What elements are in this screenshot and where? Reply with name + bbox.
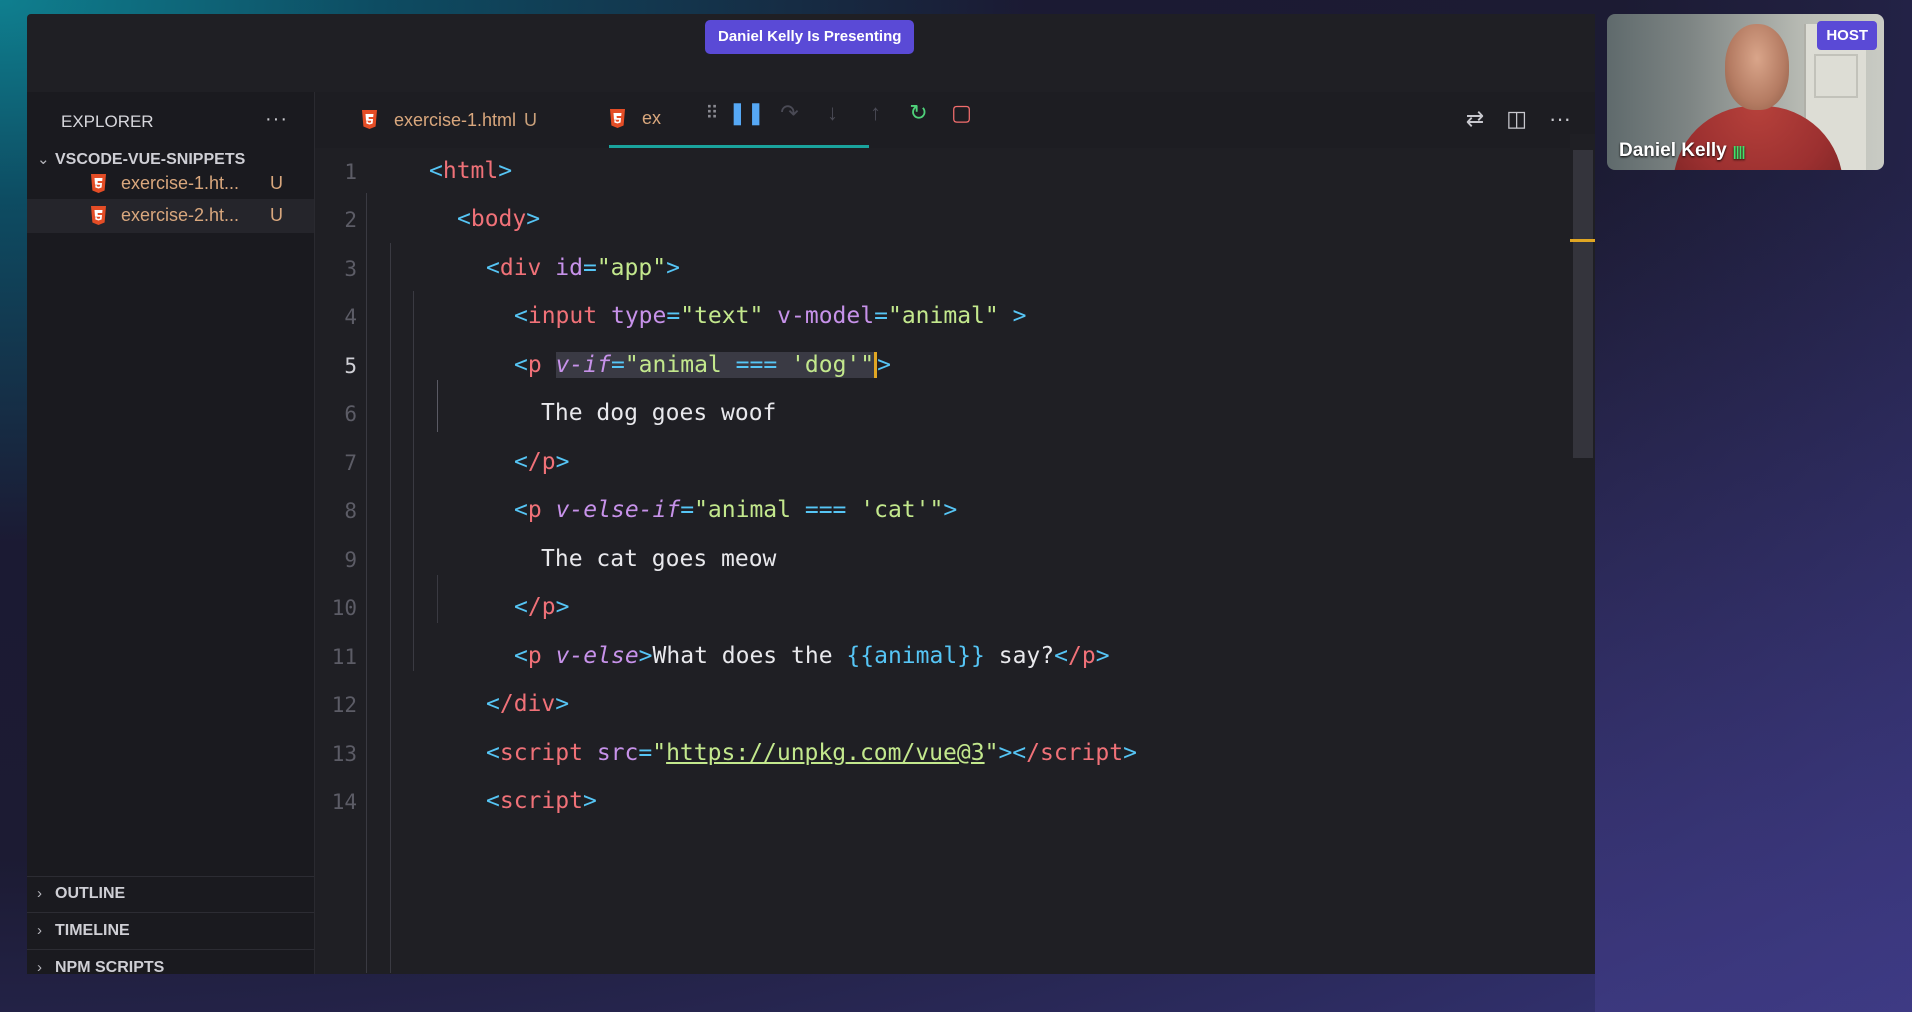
code-text: <p v-else>What does the {{animal}} say?<… [514,643,1110,669]
code-text: <div id="app"> [486,255,680,281]
video-person-head [1725,24,1789,110]
tab-label: exercise-1.html [394,109,517,130]
html5-icon [362,110,377,129]
chevron-right-icon: › [37,922,42,939]
step-out-icon[interactable]: ↑ [854,100,897,126]
line-number: 3 [344,257,357,281]
line-number: 14 [331,790,357,814]
tab-label: ex [642,108,662,128]
compare-changes-icon[interactable]: ⇄ [1466,106,1484,132]
participant-name: Daniel Kelly |||| [1619,140,1746,162]
tab-exercise-1[interactable]: exercise-1.html U [361,92,537,148]
line-number: 9 [344,548,357,572]
section-label: TIMELINE [55,922,130,939]
participant-video[interactable]: Daniel Kelly |||| HOST [1607,14,1884,170]
code-text: <input type="text" v-model="animal" > [514,303,1027,329]
line-number: 1 [344,160,357,184]
explorer-sidebar: EXPLORER ··· ⌄ VSCODE-VUE-SNIPPETS exerci… [27,92,315,974]
code-text: The dog goes woof [541,400,777,426]
code-text: </div> [486,691,570,717]
code-text: </p> [514,594,570,620]
line-number: 2 [344,208,357,232]
code-line: 14 <script> [315,778,1570,826]
shared-screen: EXPLORER ··· ⌄ VSCODE-VUE-SNIPPETS exerci… [27,14,1595,974]
scrollbar-marker [1570,239,1595,242]
code-line: 7 </p> [315,439,1570,487]
section-label: NPM SCRIPTS [55,959,165,974]
restart-icon[interactable]: ↻ [897,100,940,126]
html5-icon [91,174,106,193]
code-text: <body> [457,206,541,232]
code-text: </p> [514,449,570,475]
line-number: 4 [344,305,357,329]
code-line-current: 5 <p v-if="animal === 'dog'" > [315,342,1570,390]
tab-status: U [524,109,538,130]
host-badge: HOST [1817,21,1877,50]
code-line: 4 <input type="text" v-model="animal" > [315,293,1570,341]
step-over-icon[interactable]: ↷ [768,100,811,126]
step-into-icon[interactable]: ↓ [811,100,854,126]
split-editor-icon[interactable]: ◫ [1506,106,1527,132]
line-number: 13 [331,742,357,766]
line-number: 11 [331,645,357,669]
stop-icon[interactable]: ▢ [940,100,983,126]
debug-toolbar: ⠿ ❚❚ ↷ ↓ ↑ ↻ ▢ [699,92,1084,134]
line-number: 8 [344,499,357,523]
code-text: <script> [486,788,597,814]
divider [27,949,314,950]
line-number: 6 [344,402,357,426]
line-number: 10 [331,596,357,620]
code-text: The cat goes meow [541,546,777,572]
line-number: 7 [344,451,357,475]
code-line: 2 <body> [315,196,1570,244]
code-line: 1 <html> [315,148,1570,196]
code-line: 10 </p> [315,584,1570,632]
file-status: U [270,173,283,193]
html5-icon [610,108,625,128]
section-label: OUTLINE [55,885,126,902]
code-text: <p v-else-if="animal === 'cat'"> [514,497,958,523]
section-timeline[interactable]: › TIMELINE [37,914,297,948]
line-number: 5 [344,354,357,378]
chevron-down-icon: ⌄ [37,151,50,168]
folder-label: VSCODE-VUE-SNIPPETS [55,151,246,168]
file-name: exercise-1.ht... [121,173,240,193]
editor-actions: ⇄ ◫ ··· [1466,106,1571,132]
divider [27,912,314,913]
code-line: 11 <p v-else>What does the {{animal}} sa… [315,633,1570,681]
code-line: 6 The dog goes woof [315,390,1570,438]
more-actions-icon[interactable]: ··· [1549,106,1571,132]
code-text: <p v-if="animal === 'dog'" > [514,352,891,378]
file-name: exercise-2.ht... [121,205,240,225]
file-exercise-2[interactable]: exercise-2.ht... U [27,199,314,233]
chevron-right-icon: › [37,885,42,902]
drag-handle-icon[interactable]: ⠿ [699,103,725,124]
code-line: 8 <p v-else-if="animal === 'cat'"> [315,487,1570,535]
code-line: 13 <script src="https://unpkg.com/vue@3"… [315,730,1570,778]
editor-tab-bar: exercise-1.html U ex ⠿ ❚❚ ↷ ↓ ↑ ↻ ▢ ⇄ ◫ … [315,92,1595,148]
explorer-more-icon[interactable]: ··· [265,108,288,131]
section-outline[interactable]: › OUTLINE [37,877,297,911]
code-line: 12 </div> [315,681,1570,729]
code-editor[interactable]: 1 <html> 2 <body> 3 <div id="app"> 4 <in… [315,148,1570,974]
file-exercise-1[interactable]: exercise-1.ht... U [27,167,314,201]
scrollbar-thumb[interactable] [1573,150,1593,458]
chevron-right-icon: › [37,959,42,974]
pause-icon[interactable]: ❚❚ [725,100,768,126]
line-number: 12 [331,693,357,717]
explorer-title: EXPLORER [61,112,154,131]
presenting-banner: Daniel Kelly Is Presenting [705,20,915,54]
html5-icon [91,206,106,225]
code-text: <html> [429,158,513,184]
participant-name-text: Daniel Kelly [1619,140,1727,161]
code-line: 3 <div id="app"> [315,245,1570,293]
section-npm-scripts[interactable]: › NPM SCRIPTS [37,951,297,974]
background-glow [1595,180,1912,1012]
file-status: U [270,205,283,225]
audio-level-icon: |||| [1732,143,1746,159]
code-line: 9 The cat goes meow [315,536,1570,584]
code-text: <script src="https://unpkg.com/vue@3"></… [486,740,1137,766]
